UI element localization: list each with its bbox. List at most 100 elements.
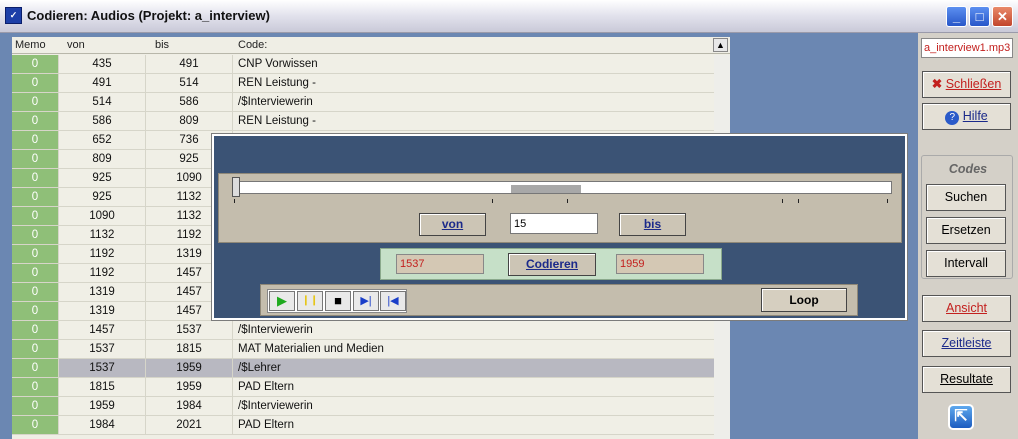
stop-icon[interactable]: ■ [325,291,351,311]
memo-cell: 0 [12,74,59,92]
minimize-button[interactable]: _ [946,6,967,27]
codes-group: Codes Suchen Ersetzen Intervall [921,155,1013,279]
ansicht-button[interactable]: Ansicht [922,295,1011,322]
von-cell: 1984 [59,416,146,434]
table-row[interactable]: 0 1537 1815 MAT Materialien und Medien [12,340,730,359]
memo-cell: 0 [12,150,59,168]
schliessen-button[interactable]: ✖ Schließen [922,71,1011,98]
von-cell: 652 [59,131,146,149]
timeline-thumb[interactable] [232,177,240,197]
resultate-label: Resultate [940,372,993,386]
memo-cell: 0 [12,283,59,301]
memo-cell: 0 [12,359,59,377]
bis-cell: 1959 [146,378,233,396]
header-bis[interactable]: bis [155,39,169,51]
maximize-button[interactable]: □ [969,6,990,27]
memo-cell: 0 [12,245,59,263]
von-cell: 925 [59,169,146,187]
hilfe-label: Hilfe [962,109,988,123]
table-row[interactable]: 0 1984 2021 PAD Eltern [12,416,730,435]
export-icon[interactable]: ⇱ [948,404,974,430]
von-cell: 925 [59,188,146,206]
table-row[interactable]: 0 514 586 /$Interviewerin [12,93,730,112]
bis-cell: 514 [146,74,233,92]
von-cell: 1192 [59,245,146,263]
tick-mark [782,199,783,203]
ersetzen-button[interactable]: Ersetzen [926,217,1006,244]
header-code[interactable]: Code: [238,39,267,51]
code-cell: /$Interviewerin [238,96,313,108]
von-cell: 1192 [59,264,146,282]
pause-icon[interactable]: ❙❙ [297,291,323,311]
end-field[interactable]: 1959 [616,254,704,274]
sidebar: a_interview1.mp3 ✖ Schließen ? Hilfe Cod… [918,33,1018,439]
close-button[interactable]: ✕ [992,6,1013,27]
von-cell: 491 [59,74,146,92]
code-cell: PAD Eltern [238,419,295,431]
table-row[interactable]: 0 1815 1959 PAD Eltern [12,378,730,397]
memo-cell: 0 [12,416,59,434]
table-row[interactable]: 0 435 491 CNP Vorwissen [12,55,730,74]
von-button[interactable]: von [419,213,486,236]
hilfe-button[interactable]: ? Hilfe [922,103,1011,130]
bis-cell: 586 [146,93,233,111]
code-cell: /$Interviewerin [238,400,313,412]
suchen-button[interactable]: Suchen [926,184,1006,211]
title-bar: ✓ Codieren: Audios (Projekt: a_interview… [0,0,1018,33]
app-icon: ✓ [5,7,22,24]
bis-cell: 1815 [146,340,233,358]
table-row[interactable]: 0 586 809 REN Leistung - [12,112,730,131]
skip-start-icon[interactable]: |◀ [380,291,406,311]
von-cell: 1319 [59,283,146,301]
memo-cell: 0 [12,378,59,396]
header-memo[interactable]: Memo [15,39,46,51]
tick-mark [492,199,493,203]
code-cell: /$Lehrer [238,362,281,374]
start-field[interactable]: 1537 [396,254,484,274]
header-von[interactable]: von [67,39,85,51]
tick-mark [234,199,235,203]
table-row[interactable]: 0 1537 1959 /$Lehrer [12,359,730,378]
von-cell: 1132 [59,226,146,244]
memo-cell: 0 [12,188,59,206]
memo-cell: 0 [12,207,59,225]
timeline-track[interactable] [232,181,892,194]
play-icon[interactable]: ▶ [269,291,295,311]
skip-end-icon[interactable]: ▶| [353,291,379,311]
von-cell: 809 [59,150,146,168]
memo-cell: 0 [12,55,59,73]
zeitleiste-button[interactable]: Zeitleiste [922,330,1011,357]
table-row[interactable]: 0 491 514 REN Leistung - [12,74,730,93]
code-cell: MAT Materialien und Medien [238,343,384,355]
resultate-button[interactable]: Resultate [922,366,1011,393]
interval-input[interactable] [510,213,598,234]
code-cell: CNP Vorwissen [238,58,318,70]
bis-cell: 491 [146,55,233,73]
scroll-up-icon[interactable]: ▲ [713,38,728,52]
loop-button[interactable]: Loop [761,288,847,312]
memo-cell: 0 [12,302,59,320]
bis-cell: 809 [146,112,233,130]
table-row[interactable]: 0 1959 1984 /$Interviewerin [12,397,730,416]
code-cell: /$Interviewerin [238,324,313,336]
file-field[interactable]: a_interview1.mp3 [921,38,1013,58]
codieren-button[interactable]: Codieren [508,253,596,276]
slider-panel: von bis [218,173,902,243]
window-title: Codieren: Audios (Projekt: a_interview) [27,8,270,23]
bis-cell: 2021 [146,416,233,434]
von-cell: 1537 [59,340,146,358]
memo-cell: 0 [12,112,59,130]
intervall-button[interactable]: Intervall [926,250,1006,277]
bis-button[interactable]: bis [619,213,686,236]
table-row[interactable]: 0 1457 1537 /$Interviewerin [12,321,730,340]
memo-cell: 0 [12,264,59,282]
memo-cell: 0 [12,321,59,339]
memo-cell: 0 [12,226,59,244]
codieren-panel: 1537 Codieren 1959 [380,248,722,280]
selected-range [511,185,581,193]
von-cell: 1090 [59,207,146,225]
help-icon: ? [945,111,960,125]
von-cell: 1537 [59,359,146,377]
memo-cell: 0 [12,340,59,358]
tick-mark [798,199,799,203]
